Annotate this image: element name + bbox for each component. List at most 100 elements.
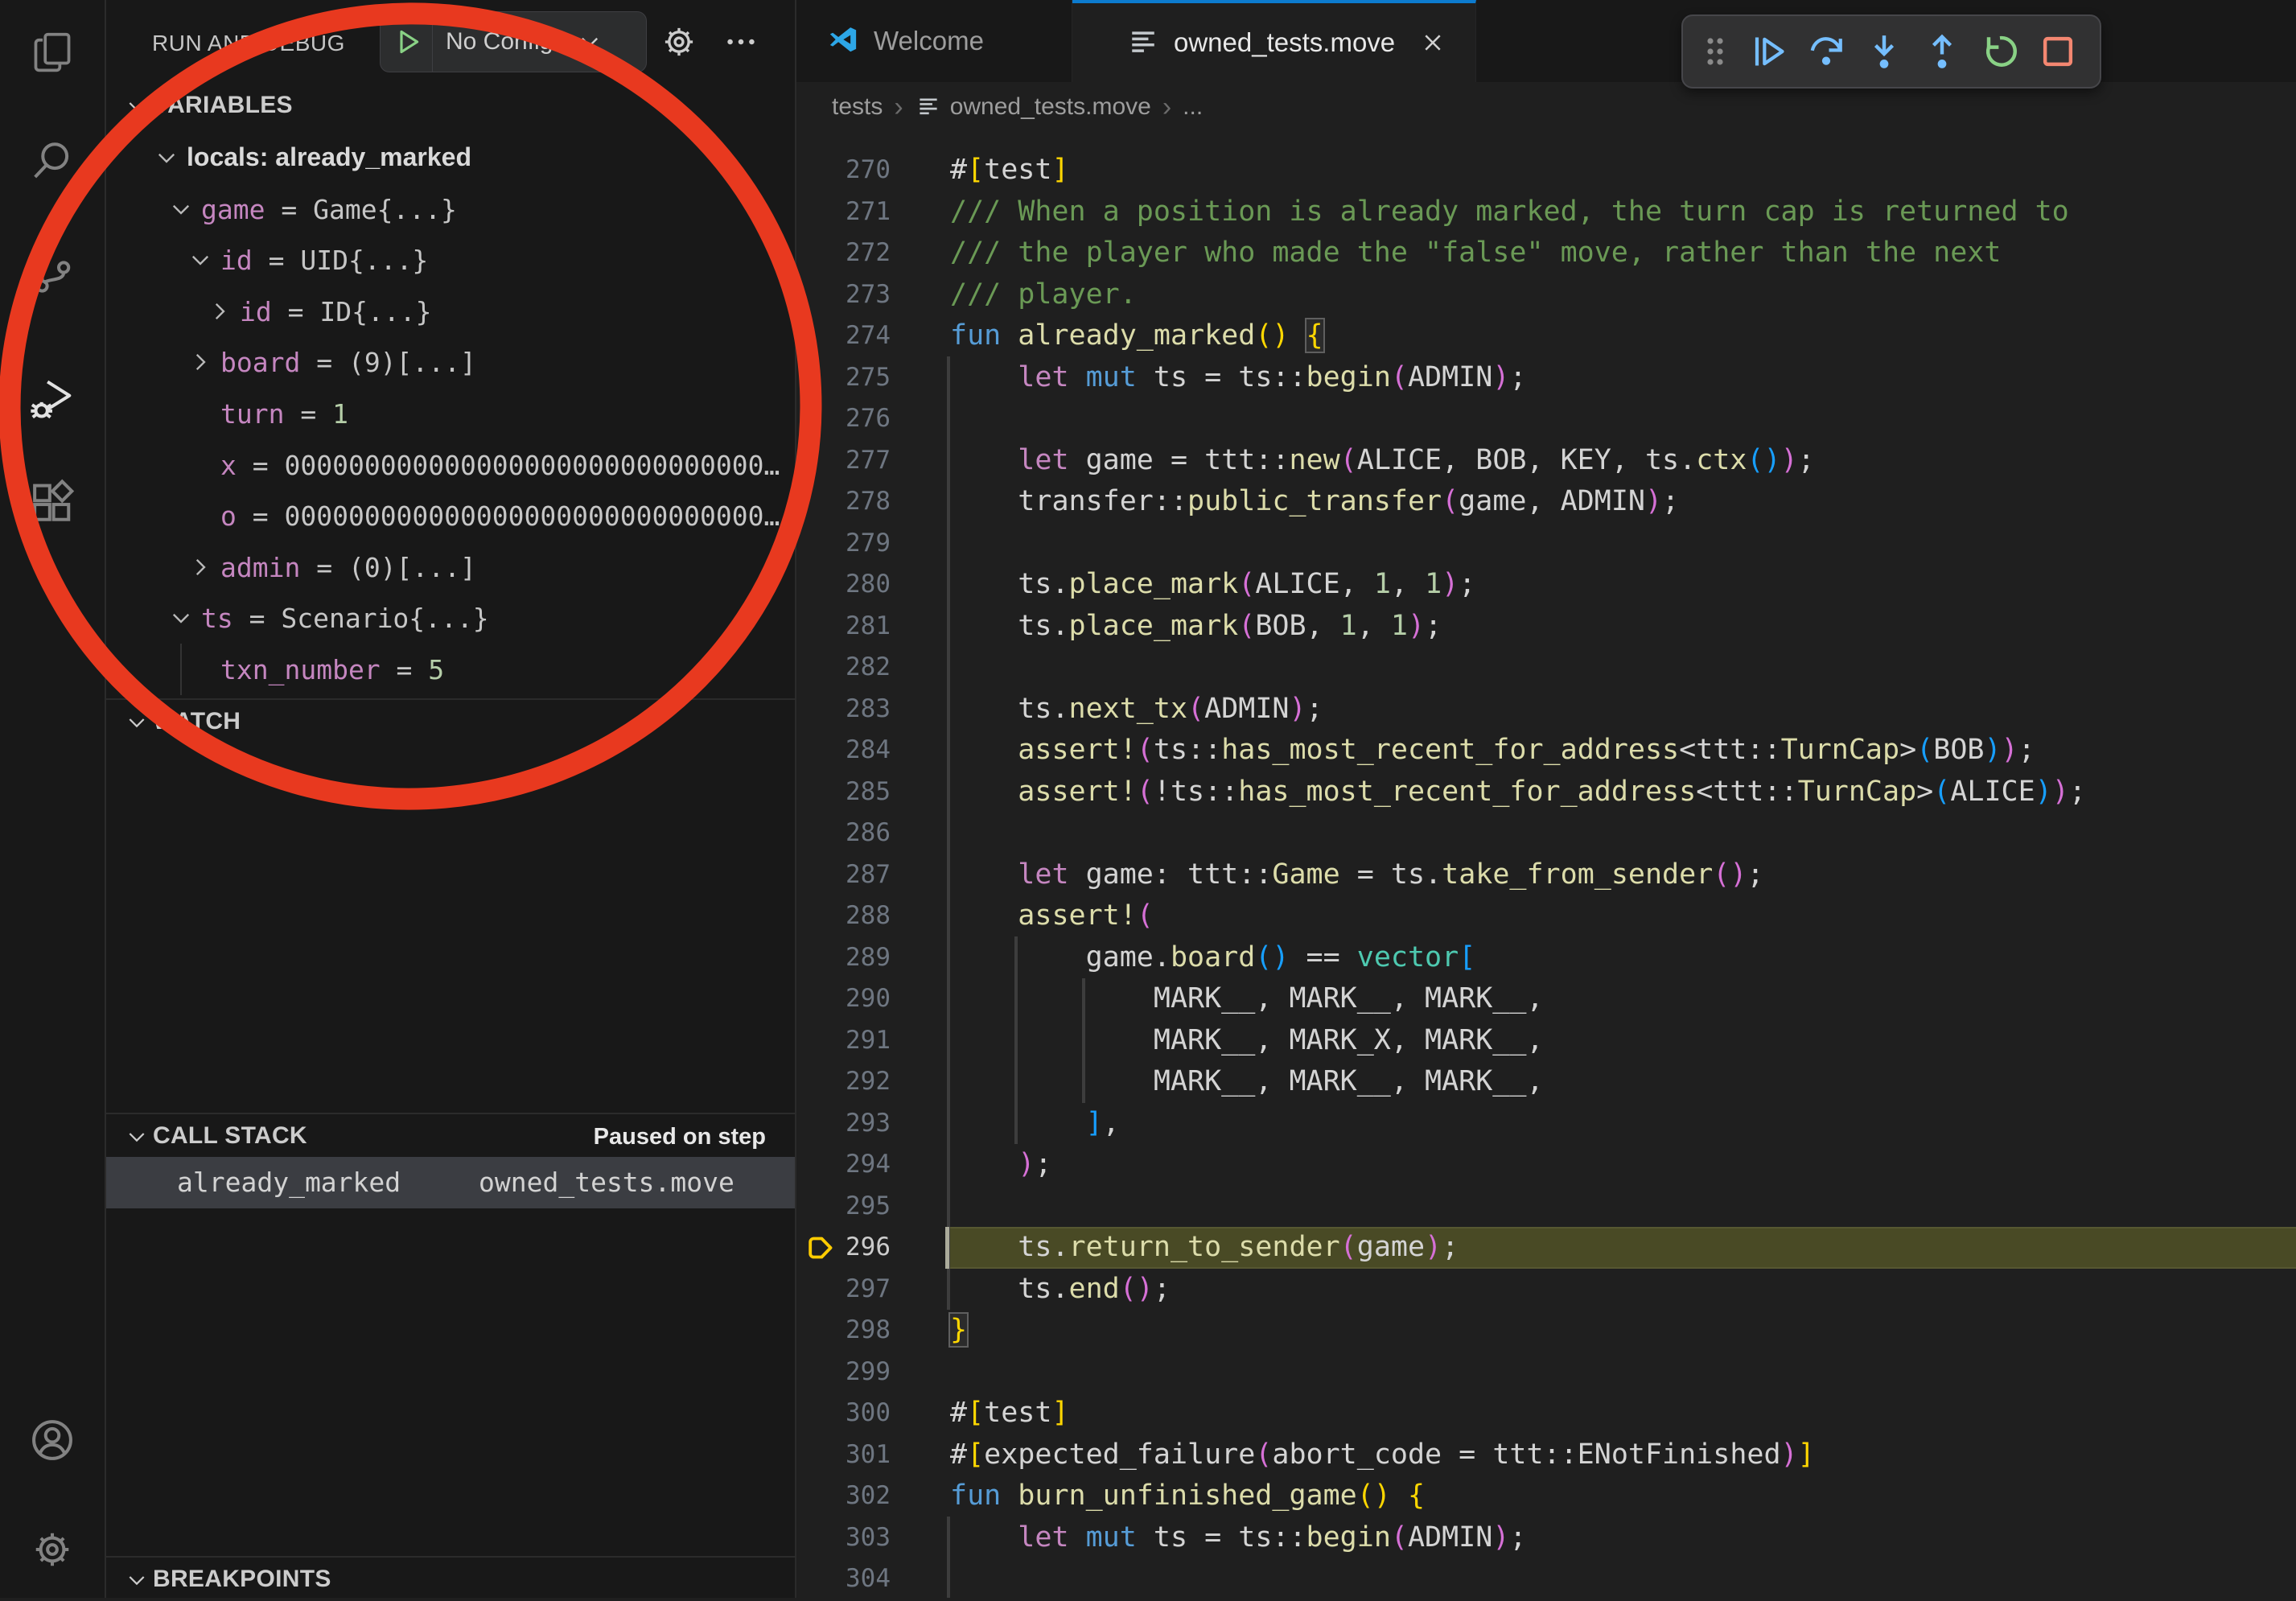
debug-settings-gear-icon[interactable] [657,20,701,64]
code-line-285[interactable]: 285 assert!(!ts::has_most_recent_for_add… [796,772,2296,813]
variable-row[interactable]: o = 000000000000000000000000000000… [106,491,795,542]
code-line-291[interactable]: 291 MARK__, MARK_X, MARK__, [796,1020,2296,1062]
extensions-icon[interactable] [27,478,78,529]
continue-button[interactable] [1746,29,1791,74]
code-line-290[interactable]: 290 MARK__, MARK__, MARK__, [796,978,2296,1020]
code-line-289[interactable]: 289 game.board() == vector[ [796,937,2296,979]
code-line-271[interactable]: 271/// When a position is already marked… [796,191,2296,233]
debug-current-line-arrow-icon[interactable] [803,1229,840,1266]
variable-row[interactable]: ts = Scenario{...} [106,593,795,644]
more-actions-icon[interactable] [722,23,759,60]
code-line-286[interactable]: 286 [796,813,2296,854]
variable-text: id = ID{...} [240,296,431,327]
code-line-277[interactable]: 277 let game = ttt::new(ALICE, BOB, KEY,… [796,440,2296,482]
chevron-down-icon[interactable] [153,144,180,171]
breadcrumb-item-file[interactable]: owned_tests.move [950,93,1151,121]
variable-row[interactable]: x = 000000000000000000000000000000… [106,440,795,492]
tab-owned-tests-move[interactable]: owned_tests.move [1072,0,1476,82]
stop-button[interactable] [2035,29,2080,74]
code-line-293[interactable]: 293 ], [796,1103,2296,1145]
search-icon[interactable] [27,135,78,187]
run-debug-icon[interactable] [27,374,78,426]
code-line-300[interactable]: 300#[test] [796,1393,2296,1434]
line-number: 295 [796,1186,891,1228]
chevron-right-icon[interactable] [206,298,233,325]
line-number: 293 [796,1103,891,1145]
code-line-282[interactable]: 282 [796,647,2296,689]
breakpoints-section-header[interactable]: BREAKPOINTS [106,1559,795,1601]
code-line-273[interactable]: 273/// player. [796,274,2296,316]
code-line-275[interactable]: 275 let mut ts = ts::begin(ADMIN); [796,357,2296,399]
variable-row[interactable]: game = Game{...} [106,184,795,236]
variable-row[interactable]: id = ID{...} [106,286,795,338]
code-line-288[interactable]: 288 assert!( [796,895,2296,937]
call-stack-label: CALL STACK [153,1122,307,1150]
restart-button[interactable] [1977,29,2022,74]
start-debug-icon[interactable] [390,25,424,59]
code-line-296[interactable]: 296 ts.return_to_sender(game); [796,1227,2296,1269]
source-control-icon[interactable] [27,248,78,299]
code-line-284[interactable]: 284 assert!(ts::has_most_recent_for_addr… [796,730,2296,772]
code-line-301[interactable]: 301#[expected_failure(abort_code = ttt::… [796,1434,2296,1476]
line-number: 299 [796,1352,891,1393]
call-stack-section-header[interactable]: CALL STACK Paused on step [106,1116,795,1158]
variable-row[interactable]: admin = (0)[...] [106,542,795,594]
chevron-down-icon[interactable] [167,604,195,632]
close-icon[interactable] [1418,27,1448,58]
call-stack-section: CALL STACK Paused on step already_marked… [106,1113,795,1557]
variable-row[interactable]: locals: already_marked [106,133,795,184]
tab-welcome[interactable]: Welcome [798,0,1072,82]
chevron-down-icon[interactable] [167,195,195,223]
variables-section-header[interactable]: VARIABLES [106,85,795,127]
line-number: 270 [796,150,891,191]
code-line-272[interactable]: 272/// the player who made the "false" m… [796,233,2296,274]
code-line-299[interactable]: 299 [796,1352,2296,1393]
code-line-304[interactable]: 304 [796,1558,2296,1598]
code-line-283[interactable]: 283 ts.next_tx(ADMIN); [796,689,2296,731]
variable-row[interactable]: board = (9)[...] [106,337,795,389]
chevron-right-icon[interactable] [187,348,214,376]
code-line-294[interactable]: 294 ); [796,1144,2296,1186]
code-line-280[interactable]: 280 ts.place_mark(ALICE, 1, 1); [796,564,2296,606]
line-number: 282 [796,647,891,689]
code-line-270[interactable]: 270#[test] [796,150,2296,191]
step-out-button[interactable] [1920,29,1965,74]
code-line-278[interactable]: 278 transfer::public_transfer(game, ADMI… [796,481,2296,523]
code-line-303[interactable]: 303 let mut ts = ts::begin(ADMIN); [796,1517,2296,1559]
variable-row[interactable]: txn_number = 5 [106,644,795,696]
line-number: 298 [796,1310,891,1352]
line-number: 274 [796,315,891,357]
activity-bar [0,0,106,1598]
chevron-down-icon [124,1567,150,1593]
step-over-button[interactable] [1804,29,1849,74]
chevron-down-icon[interactable] [187,246,214,274]
line-number: 289 [796,937,891,979]
call-stack-frame[interactable]: already_marked owned_tests.move [106,1157,795,1208]
settings-gear-icon[interactable] [27,1524,78,1575]
breadcrumb-item-symbol[interactable]: ... [1183,93,1203,121]
vscode-logo-icon [825,23,861,59]
breadcrumb-item-tests[interactable]: tests [832,93,883,121]
code-line-295[interactable]: 295 [796,1186,2296,1228]
code-line-279[interactable]: 279 [796,523,2296,565]
step-into-button[interactable] [1862,29,1907,74]
drag-grip-icon[interactable] [1696,32,1734,71]
watch-section-header[interactable]: WATCH [106,702,795,743]
code-line-287[interactable]: 287 let game: ttt::Game = ts.take_from_s… [796,854,2296,896]
code-text: assert!( [950,895,1154,937]
variable-row[interactable]: turn = 1 [106,389,795,440]
account-icon[interactable] [27,1414,78,1466]
code-line-276[interactable]: 276 [796,398,2296,440]
code-line-298[interactable]: 298} [796,1310,2296,1352]
variable-row[interactable]: id = UID{...} [106,235,795,286]
code-line-302[interactable]: 302fun burn_unfinished_game() { [796,1475,2296,1517]
code-line-292[interactable]: 292 MARK__, MARK__, MARK__, [796,1061,2296,1103]
move-file-icon [915,93,942,121]
code-line-281[interactable]: 281 ts.place_mark(BOB, 1, 1); [796,606,2296,648]
code-line-274[interactable]: 274fun already_marked() { [796,315,2296,357]
code-line-297[interactable]: 297 ts.end(); [796,1269,2296,1311]
launch-config-dropdown[interactable]: No Configur [380,11,647,72]
explorer-icon[interactable] [27,27,78,79]
chevron-right-icon[interactable] [187,554,214,581]
code-editor[interactable]: 270#[test]271/// When a position is alre… [796,132,2296,1598]
